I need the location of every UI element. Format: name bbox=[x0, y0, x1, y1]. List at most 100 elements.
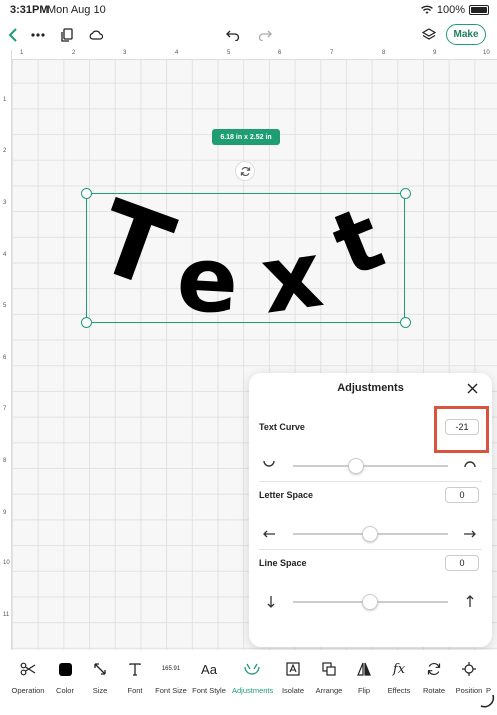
battery-percent: 100% bbox=[436, 4, 465, 16]
toolbar-label: Operation bbox=[11, 686, 45, 695]
font-size-icon: 165.91 bbox=[161, 666, 181, 672]
selection-handle-top-left[interactable] bbox=[81, 188, 92, 199]
toolbar-rotate[interactable]: Rotate bbox=[414, 660, 454, 695]
toolbar-font-size[interactable]: 165.91 Font Size bbox=[151, 660, 191, 695]
selection-handle-bottom-right[interactable] bbox=[400, 317, 411, 328]
ruler-top-tick: 7 bbox=[330, 50, 334, 56]
selection-handle-bottom-left[interactable] bbox=[81, 317, 92, 328]
ruler-left-tick: 4 bbox=[3, 252, 7, 258]
toolbar-adjustments[interactable]: Adjustments bbox=[232, 660, 274, 695]
ruler-top: 1 2 3 4 5 6 7 8 9 10 bbox=[12, 50, 497, 60]
toolbar-label: Rotate bbox=[422, 686, 446, 695]
make-button[interactable]: Make bbox=[446, 24, 486, 45]
line-space-slider-knob[interactable] bbox=[362, 594, 378, 610]
adjustments-icon bbox=[232, 660, 272, 678]
font-icon bbox=[115, 660, 155, 678]
arrow-down-icon bbox=[267, 595, 275, 610]
cloud-icon[interactable] bbox=[88, 26, 104, 44]
text-curve-highlight-box bbox=[434, 406, 489, 453]
ruler-top-tick: 10 bbox=[483, 50, 490, 56]
toolbar-isolate[interactable]: Isolate bbox=[273, 660, 313, 695]
toolbar-label: Color bbox=[56, 686, 74, 695]
curve-down-icon bbox=[263, 457, 275, 470]
toolbar-label: Font Size bbox=[155, 686, 187, 695]
ruler-left-tick: 10 bbox=[3, 560, 10, 566]
toolbar-label: Isolate bbox=[281, 686, 305, 695]
ruler-left-tick: 9 bbox=[3, 510, 7, 516]
ruler-top-tick: 6 bbox=[278, 50, 282, 56]
toolbar-position[interactable]: Position bbox=[449, 660, 489, 695]
ruler-left-tick: 1 bbox=[3, 97, 7, 103]
status-date: Mon Aug 10 bbox=[47, 4, 106, 16]
close-icon[interactable] bbox=[467, 382, 478, 396]
toolbar-color[interactable]: Color bbox=[45, 660, 85, 695]
arrow-left-icon bbox=[263, 527, 276, 540]
toolbar-label: Adjustments bbox=[232, 686, 274, 695]
ruler-top-tick: 2 bbox=[72, 50, 76, 56]
ruler-top-tick: 4 bbox=[175, 50, 179, 56]
ruler-left-tick: 2 bbox=[3, 148, 7, 154]
ruler-top-tick: 8 bbox=[382, 50, 386, 56]
ruler-left-tick: 8 bbox=[3, 458, 7, 464]
toolbar-operation[interactable]: Operation bbox=[8, 660, 48, 695]
arrange-icon bbox=[309, 660, 349, 678]
toolbar-label: Font bbox=[127, 686, 143, 695]
battery-icon bbox=[469, 5, 489, 15]
letter-space-value[interactable]: 0 bbox=[445, 487, 479, 503]
line-space-value[interactable]: 0 bbox=[445, 555, 479, 571]
wifi-icon bbox=[420, 5, 433, 14]
ruler-top-tick: 3 bbox=[123, 50, 127, 56]
toolbar-size[interactable]: Size bbox=[80, 660, 120, 695]
status-bar: 3:31PM Mon Aug 10 100% bbox=[0, 0, 497, 20]
panel-title: Adjustments bbox=[337, 382, 404, 394]
rotate-icon bbox=[414, 660, 454, 678]
scissors-icon bbox=[8, 660, 48, 678]
toolbar-label: Size bbox=[92, 686, 108, 695]
resize-icon bbox=[80, 660, 120, 678]
ruler-top-tick: 9 bbox=[433, 50, 437, 56]
ruler-left: 1 2 3 4 5 6 7 8 9 10 11 bbox=[0, 50, 12, 650]
status-time: 3:31PM bbox=[10, 4, 49, 16]
toolbar-label: Flip bbox=[357, 686, 371, 695]
toolbar-label: Effects bbox=[387, 686, 411, 695]
toolbar-more[interactable]: P bbox=[486, 660, 497, 695]
ruler-left-tick: 3 bbox=[3, 200, 7, 206]
divider bbox=[259, 549, 482, 550]
rotate-handle[interactable] bbox=[235, 161, 255, 181]
toolbar-arrange[interactable]: Arrange bbox=[309, 660, 349, 695]
effects-icon: fx bbox=[392, 661, 406, 677]
more-options-icon[interactable] bbox=[30, 26, 46, 44]
ruler-top-tick: 1 bbox=[20, 50, 24, 56]
undo-icon[interactable] bbox=[225, 26, 241, 44]
layers-icon[interactable] bbox=[421, 26, 437, 44]
flip-icon bbox=[344, 660, 384, 678]
line-space-label: Line Space bbox=[259, 558, 307, 568]
letter-space-label: Letter Space bbox=[259, 490, 314, 500]
letter-space-slider-knob[interactable] bbox=[362, 526, 378, 542]
redo-icon[interactable] bbox=[257, 26, 273, 44]
toolbar-label: Font Style bbox=[192, 686, 226, 695]
toolbar-font-style[interactable]: Aa Font Style bbox=[189, 660, 229, 696]
text-curve-slider-knob[interactable] bbox=[348, 458, 364, 474]
isolate-icon bbox=[273, 660, 313, 678]
arrow-right-icon bbox=[463, 527, 476, 540]
toolbar-flip[interactable]: Flip bbox=[344, 660, 384, 695]
dimensions-badge: 6.18 in x 2.52 in bbox=[212, 129, 280, 145]
text-curve-track bbox=[293, 465, 448, 467]
arrow-up-icon bbox=[466, 595, 474, 610]
ruler-left-tick: 11 bbox=[3, 612, 10, 618]
toolbar-font[interactable]: Font bbox=[115, 660, 155, 695]
back-chevron-icon[interactable] bbox=[6, 26, 20, 44]
color-swatch-icon bbox=[45, 660, 85, 678]
selection-handle-top-right[interactable] bbox=[400, 188, 411, 199]
copy-icon[interactable] bbox=[59, 26, 75, 44]
ruler-top-tick: 5 bbox=[227, 50, 231, 56]
curved-text-letter[interactable]: x bbox=[255, 220, 329, 334]
text-curve-label: Text Curve bbox=[259, 422, 305, 432]
toolbar-effects[interactable]: fx Effects bbox=[379, 660, 419, 696]
curved-text-letter[interactable]: e bbox=[174, 226, 240, 334]
bottom-toolbar: Operation Color Size Font 165.91 Font Si… bbox=[0, 650, 497, 715]
rotate-icon bbox=[240, 166, 250, 176]
font-style-icon: Aa bbox=[201, 661, 217, 677]
loading-spinner-icon bbox=[480, 694, 495, 708]
